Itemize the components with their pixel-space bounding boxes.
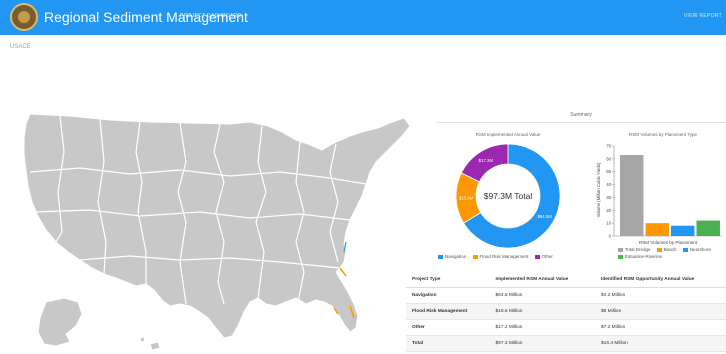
y-tick-label: 30 xyxy=(606,195,611,200)
legend-label: Navigation xyxy=(445,254,467,259)
row-label: Flood Risk Management xyxy=(406,303,490,320)
legend-item-navigation[interactable]: Navigation xyxy=(438,254,466,259)
cell-opportunity: $4.2 Million xyxy=(594,287,726,304)
legend-item-estuarine[interactable]: Estuarine-Riverine xyxy=(618,254,662,259)
donut-data-label: $17.2M xyxy=(479,158,494,163)
conus-shape xyxy=(23,113,411,339)
bar-beach[interactable] xyxy=(645,223,669,236)
table-header-row: Project Type Implemented RSM Annual Valu… xyxy=(406,272,726,288)
legend-swatch xyxy=(438,254,443,259)
legend-label: Nearshore xyxy=(689,247,711,252)
donut-chart-title: RSM Implemented Annual Value xyxy=(475,132,541,137)
legend-swatch xyxy=(472,254,478,259)
table-row[interactable]: Other $17.2 Million $7.2 Million xyxy=(406,319,726,336)
breadcrumb[interactable]: USACE xyxy=(10,44,31,50)
legend-swatch xyxy=(618,247,623,252)
donut-data-label: $64.5M xyxy=(537,214,552,219)
legend-swatch xyxy=(656,247,662,252)
x-axis-label: RSM Volumes by Placement xyxy=(639,240,698,245)
cell-opportunity: $7.2 Million xyxy=(594,319,726,336)
legend-item-flood[interactable]: Flood Risk Management xyxy=(472,254,529,259)
donut-chart[interactable]: $64.5M $15.6M $17.2M $97.3M Total xyxy=(452,140,564,252)
col-implemented-value[interactable]: Implemented RSM Annual Value xyxy=(489,272,595,288)
hawaii-island-2 xyxy=(139,336,146,343)
y-tick-label: 60 xyxy=(606,156,611,161)
bar-series xyxy=(620,155,720,236)
y-tick-label: 40 xyxy=(606,182,611,187)
alaska-shape xyxy=(37,297,83,347)
table-row[interactable]: Flood Risk Management $15.6 Million $5 M… xyxy=(406,303,726,320)
row-label: Other xyxy=(406,319,490,336)
table-row[interactable]: Navigation $64.5 Million $4.2 Million xyxy=(406,287,726,304)
legend-swatch xyxy=(682,247,688,252)
y-tick-label: 0 xyxy=(609,234,612,239)
legend-label: Flood Risk Management xyxy=(479,254,529,259)
us-district-map[interactable] xyxy=(0,92,420,354)
donut-legend: Navigation Flood Risk Management Other xyxy=(438,254,558,259)
cell-implemented: $15.6 Million xyxy=(489,303,595,320)
cell-implemented: $17.2 Million xyxy=(489,319,595,336)
legend-swatch xyxy=(534,254,540,259)
legend-item-nearshore[interactable]: Nearshore xyxy=(682,247,711,252)
usace-seal-logo[interactable] xyxy=(10,3,38,31)
bar-chart[interactable]: Volume (Million Cubic Yards) 0 10 20 30 40 50… xyxy=(592,140,726,254)
legend-item-other[interactable]: Other xyxy=(534,254,553,259)
summary-heading: Summary xyxy=(436,108,726,123)
y-tick-label: 70 xyxy=(606,144,611,149)
nav-project-dashboard[interactable]: PROJECT DASHBOARD xyxy=(180,13,241,19)
summary-table: Project Type Implemented RSM Annual Valu… xyxy=(406,272,726,352)
coast-segment xyxy=(339,267,347,277)
y-axis-label: Volume (Million Cubic Yards) xyxy=(596,162,601,217)
donut-slice-other[interactable] xyxy=(460,143,509,183)
bar-total-dredge[interactable] xyxy=(620,155,644,236)
row-label: Total xyxy=(406,335,490,352)
donut-data-label: $15.6M xyxy=(459,195,474,200)
legend-label: Other xyxy=(541,254,553,259)
cell-implemented: $64.5 Million xyxy=(489,287,595,304)
col-project-type[interactable]: Project Type xyxy=(406,272,490,288)
legend-item-total-dredge[interactable]: Total Dredge xyxy=(618,247,651,252)
legend-item-beach[interactable]: Beach xyxy=(656,247,677,252)
bar-nearshore[interactable] xyxy=(671,225,695,236)
table-row[interactable]: Total $97.3 Million $16.4 Million xyxy=(406,335,726,352)
bar-legend: Total Dredge Beach Nearshore Estuarine-R… xyxy=(618,246,724,260)
legend-label: Beach xyxy=(663,247,677,252)
y-tick-label: 50 xyxy=(606,169,611,174)
bar-estuarine-riverine[interactable] xyxy=(696,220,720,236)
row-label: Navigation xyxy=(406,287,490,304)
app-header: Regional Sediment Management PROJECT DAS… xyxy=(0,0,726,35)
nav-view-report[interactable]: VIEW REPORT xyxy=(684,13,722,19)
legend-swatch xyxy=(618,254,623,259)
seal-center xyxy=(18,11,30,23)
cell-opportunity: $5 Million xyxy=(594,303,726,320)
col-opportunity-value[interactable]: Identified RSM Opportunity Annual Value xyxy=(594,272,726,288)
bar-chart-title: RSM Volumes by Placement Type xyxy=(629,132,697,137)
cell-opportunity: $16.4 Million xyxy=(594,335,726,352)
legend-label: Estuarine-Riverine xyxy=(625,254,663,259)
legend-label: Total Dredge xyxy=(625,247,651,252)
y-tick-label: 20 xyxy=(606,208,611,213)
cell-implemented: $97.3 Million xyxy=(489,335,595,352)
hawaii-island xyxy=(149,341,161,351)
donut-center-label: $97.3M Total xyxy=(484,191,533,201)
y-tick-label: 10 xyxy=(606,221,611,226)
